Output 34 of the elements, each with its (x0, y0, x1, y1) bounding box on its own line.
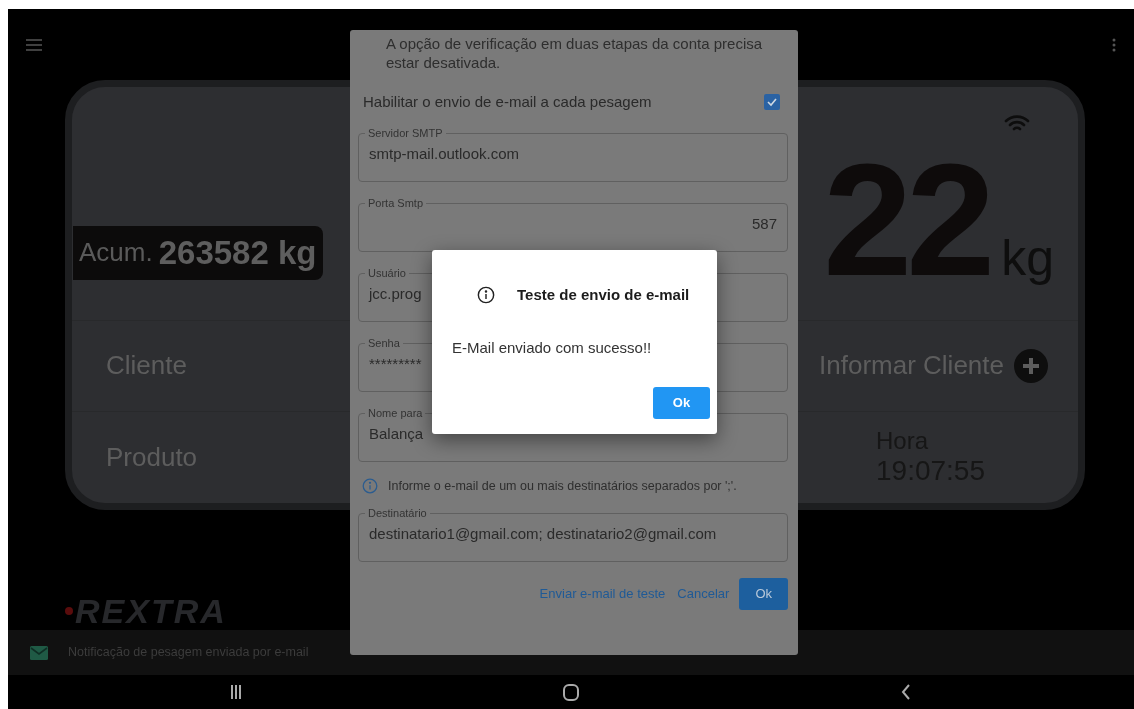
field-value: Balança (369, 424, 424, 444)
info-icon (477, 286, 495, 305)
field-label: Porta Smtp (367, 196, 425, 210)
more-icon[interactable] (1112, 37, 1116, 52)
mail-icon (30, 645, 48, 660)
ok-button[interactable]: Ok (739, 578, 788, 610)
alert-title: Teste de envio de e-mail (517, 285, 690, 305)
checkbox-label: Habilitar o envio de e-mail a cada pesagem (363, 91, 652, 112)
hint-text: Informe o e-mail de um ou mais destinatários separados por ';'. (388, 477, 737, 495)
field-value: destinatario1@gmail.com; destinatario2@gmail.com (369, 524, 717, 544)
field-label: Senha (367, 336, 401, 350)
field-value: smtp-mail.outlook.com (369, 144, 520, 164)
notice-text: estar desativada. (385, 53, 502, 72)
back-icon[interactable] (901, 684, 912, 700)
field-value: 587 (751, 214, 777, 234)
home-icon[interactable] (563, 683, 579, 701)
field-label: Destinatário (367, 506, 428, 520)
ok-button[interactable]: Ok (653, 387, 710, 419)
info-icon (362, 478, 378, 494)
notice-text: A opção de verificação em duas etapas da conta precisa (385, 34, 764, 53)
field-value: ********* (369, 354, 422, 374)
plus-icon (1014, 348, 1048, 383)
alert-message: E-Mail enviado com sucesso!! (452, 337, 653, 358)
field-value: jcc.prog (369, 284, 422, 304)
checkbox[interactable] (764, 94, 780, 110)
input-field[interactable]: Servidor SMTP smtp-mail.outlook.com (358, 126, 788, 182)
field-label: Servidor SMTP (367, 126, 444, 140)
input-field[interactable]: Destinatário destinatario1@gmail.com; destinatario2@gmail.com (358, 506, 788, 562)
field-label: Usuário (367, 266, 407, 280)
recent-apps-icon[interactable] (229, 684, 242, 700)
field-label: Nome para (367, 406, 424, 420)
check-icon (766, 96, 778, 108)
accumulated-value: 263582 kg (158, 232, 317, 273)
accumulated-label: Acum. (79, 236, 153, 270)
